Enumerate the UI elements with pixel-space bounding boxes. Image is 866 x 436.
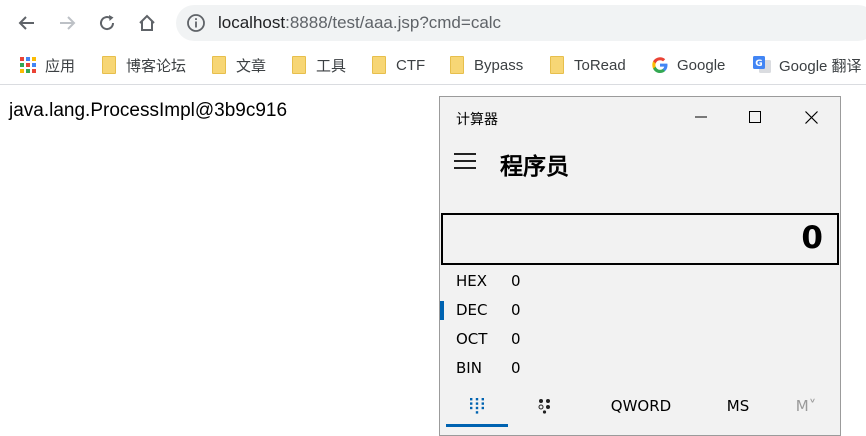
bookmark-folder-tools[interactable]: 工具 [290, 54, 346, 76]
browser-toolbar: localhost:8888/test/aaa.jsp?cmd=calc [0, 0, 866, 46]
jsp-output-text: java.lang.ProcessImpl@3b9c916 [9, 100, 288, 121]
base-row-oct[interactable]: OCT 0 [440, 325, 840, 354]
url-path: :8888/test/aaa.jsp?cmd=calc [285, 13, 502, 32]
bookmark-google[interactable]: Google [651, 54, 725, 76]
base-label: HEX [456, 272, 488, 290]
back-button[interactable] [13, 9, 41, 37]
base-row-bin[interactable]: BIN 0 [440, 354, 840, 383]
site-info-icon[interactable] [186, 13, 206, 33]
folder-icon [370, 56, 388, 74]
base-value: 0 [511, 301, 521, 319]
folder-icon [290, 56, 308, 74]
calculator-window-title: 计算器 [456, 112, 498, 128]
calculator-display: 0 [441, 213, 839, 265]
bookmark-label: CTF [396, 56, 426, 74]
display-value: 0 [801, 220, 823, 256]
bookmark-label: Bypass [474, 56, 524, 74]
url-host: localhost [218, 13, 286, 32]
menu-hamburger-icon[interactable] [454, 153, 476, 169]
base-value: 0 [511, 330, 521, 348]
calculator-mode-title: 程序员 [500, 154, 569, 180]
base-label: OCT [456, 330, 488, 348]
bookmark-label: 工具 [316, 57, 347, 75]
reload-button[interactable] [93, 9, 121, 37]
bookmark-folder-blogs[interactable]: 博客论坛 [100, 54, 186, 76]
base-row-dec[interactable]: DEC 0 [440, 296, 840, 325]
minimize-icon [695, 116, 707, 118]
base-value: 0 [511, 272, 521, 290]
bookmark-label: Google 翻译 [779, 57, 862, 75]
bit-toggle-tab[interactable] [520, 389, 570, 423]
svg-text:G: G [755, 59, 762, 69]
memory-menu-button[interactable]: M˅ [784, 389, 828, 423]
base-row-hex[interactable]: HEX 0 [440, 267, 840, 296]
home-icon [139, 14, 155, 31]
folder-icon [448, 56, 466, 74]
google-translate-icon: G [753, 56, 771, 74]
base-value: 0 [511, 359, 521, 377]
bookmark-folder-articles[interactable]: 文章 [210, 54, 266, 76]
home-button[interactable] [133, 9, 161, 37]
apps-grid-icon [19, 56, 37, 74]
calculator-window: 计算器 程序员 0 HEX 0 DEC 0 OCT 0 BIN 0 QWORD … [439, 96, 841, 436]
keypad-icon [470, 398, 484, 414]
base-label: DEC [456, 301, 488, 319]
bit-toggle-icon [538, 399, 550, 414]
close-button[interactable] [788, 101, 834, 133]
calculator-tab-bar: QWORD MS M˅ [440, 389, 840, 429]
bookmark-folder-toread[interactable]: ToRead [548, 54, 626, 76]
bookmark-label: 文章 [236, 57, 267, 75]
bookmarks-bar: 应用 博客论坛 文章 工具 CTF Bypass ToRead Google G… [0, 46, 866, 85]
folder-icon [548, 56, 566, 74]
folder-icon [100, 56, 118, 74]
base-label: BIN [456, 359, 482, 377]
back-arrow-icon [18, 16, 34, 30]
bookmark-apps[interactable]: 应用 [19, 54, 75, 76]
folder-icon [210, 56, 228, 74]
memory-store-button[interactable]: MS [716, 389, 760, 423]
close-icon [804, 110, 818, 124]
bookmark-label: ToRead [574, 56, 626, 74]
google-icon [651, 56, 669, 74]
word-size-button[interactable]: QWORD [602, 389, 680, 423]
bookmark-label: 博客论坛 [126, 57, 187, 75]
address-bar[interactable]: localhost:8888/test/aaa.jsp?cmd=calc [176, 5, 866, 41]
reload-icon [100, 15, 115, 31]
maximize-button[interactable] [732, 101, 778, 133]
bookmark-folder-ctf[interactable]: CTF [370, 54, 425, 76]
bookmark-folder-bypass[interactable]: Bypass [448, 54, 523, 76]
forward-button[interactable] [53, 9, 81, 37]
maximize-icon [749, 111, 761, 123]
bookmark-label: Google [677, 56, 726, 74]
url-text: localhost:8888/test/aaa.jsp?cmd=calc [218, 13, 501, 33]
forward-arrow-icon [60, 16, 76, 30]
bookmark-google-translate[interactable]: G Google 翻译 [753, 54, 862, 76]
minimize-button[interactable] [678, 101, 724, 133]
bookmark-label: 应用 [45, 57, 76, 75]
keypad-tab[interactable] [446, 389, 508, 427]
